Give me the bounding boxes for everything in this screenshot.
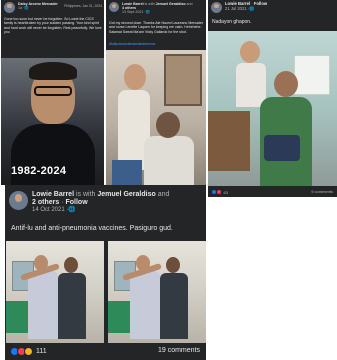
author-name[interactable]: Lowie Barrel: [32, 191, 74, 198]
post-header: Lowie Barrel is with Jemuel Geraldiso an…: [9, 191, 204, 214]
post-photo[interactable]: [208, 31, 337, 186]
tagged-user[interactable]: Jemuel Geraldiso: [156, 2, 186, 6]
glasses: [34, 86, 72, 96]
author-avatar[interactable]: [9, 191, 28, 210]
author-avatar[interactable]: [109, 2, 119, 12]
follow-button[interactable]: Follow: [65, 199, 87, 206]
post-time[interactable]: 14 Oct 2021: [32, 207, 65, 213]
reactions-summary[interactable]: 63: [211, 189, 228, 195]
post-time[interactable]: 21 Jul 2021: [225, 6, 247, 11]
post-time[interactable]: 13 Sept 2021: [122, 10, 143, 14]
author-avatar[interactable]: [211, 2, 222, 13]
post-photo-right[interactable]: [108, 241, 206, 343]
globe-icon: ·🌐: [144, 10, 151, 15]
post-location[interactable]: Philippines, Jan 31, 2024: [64, 4, 102, 8]
post-text: Antif-lu and anti-pneumonia vaccines. Pa…: [11, 225, 173, 232]
tagged-user[interactable]: Jemuel Geraldiso: [97, 191, 155, 198]
hashtag-link[interactable]: #fullyvaccinatedandsolexecca: [109, 42, 204, 46]
post-header: Daisy Arceno Mercader 1d ·🌐 Philippines,…: [4, 2, 102, 13]
reaction-count: 63: [223, 189, 228, 195]
comments-count[interactable]: 19 comments: [158, 347, 200, 354]
post-header: Lowie Barrel is with Jemuel Geraldiso an…: [109, 2, 204, 14]
comments-count[interactable]: 9 comments: [311, 189, 333, 194]
post-photo[interactable]: [106, 50, 206, 185]
reaction-count: 111: [36, 348, 47, 355]
reactions-summary[interactable]: 111: [10, 347, 47, 356]
post-text: Got my second dose. Thanks Ate Naomi Lau…: [109, 21, 204, 34]
author-avatar[interactable]: [4, 2, 15, 13]
post-header: Lowie Barrel · Follow 21 Jul 2021 ·🌐: [211, 1, 335, 13]
post-card-tribute: Daisy Arceno Mercader 1d ·🌐 Philippines,…: [1, 0, 104, 185]
love-icon: [215, 189, 222, 195]
globe-icon: ·🌐: [66, 207, 76, 214]
post-photo-left[interactable]: [6, 241, 104, 343]
globe-icon: ·🌐: [247, 5, 255, 11]
follow-button[interactable]: Follow: [254, 1, 267, 6]
photo-caption: 1982-2024: [11, 165, 67, 177]
post-text: Nadayon ghapon.: [212, 19, 252, 25]
globe-icon: ·🌐: [23, 6, 29, 11]
others-link[interactable]: 2 others: [32, 199, 59, 206]
post-card-second-dose: Lowie Barrel is with Jemuel Geraldiso an…: [106, 0, 206, 185]
haha-icon: [24, 347, 33, 356]
post-photo[interactable]: 1982-2024: [1, 58, 104, 185]
post-text: Gone too soon but never be forgotten. So…: [4, 17, 102, 34]
post-time[interactable]: 1d: [18, 6, 22, 10]
post-card-vaccines: Lowie Barrel is with Jemuel Geraldiso an…: [5, 185, 206, 360]
post-card-nadayon: Lowie Barrel · Follow 21 Jul 2021 ·🌐 Nad…: [208, 0, 337, 197]
